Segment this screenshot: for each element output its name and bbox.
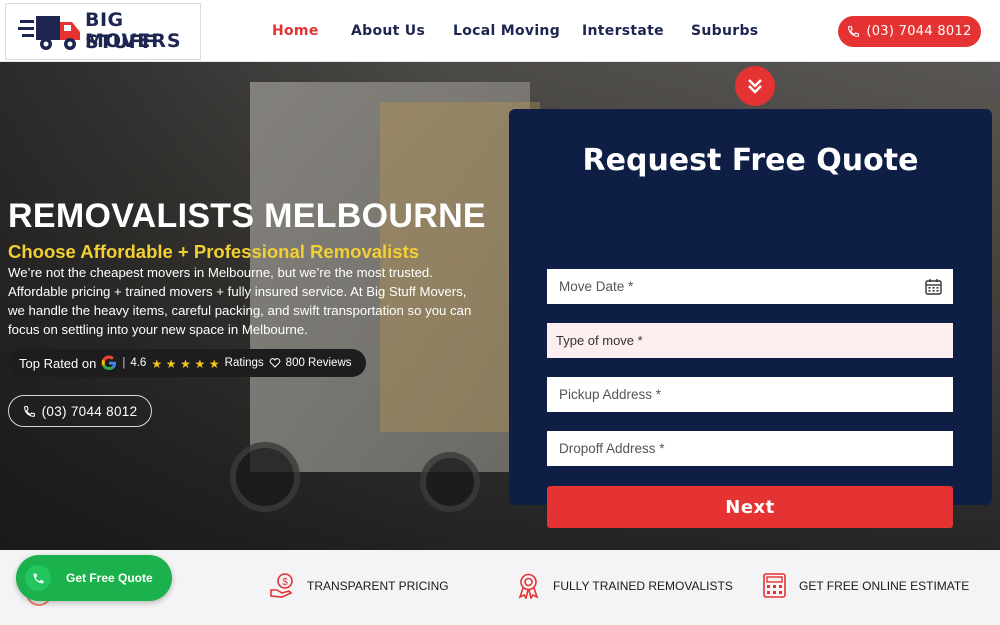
phone-icon: [848, 26, 860, 37]
double-chevron-down-icon: [748, 79, 762, 94]
dropoff-address-placeholder: Dropoff Address *: [559, 441, 665, 456]
feature-transparent-pricing: $ TRANSPARENT PRICING: [269, 572, 449, 599]
calendar-icon[interactable]: [925, 278, 942, 295]
hero-phone-label: (03) 7044 8012: [41, 403, 138, 419]
get-free-quote-button[interactable]: Get Free Quote: [16, 555, 172, 601]
logo-text-line2: MOVERS: [85, 30, 182, 52]
hero-subtitle: Choose Affordable + Professional Removal…: [8, 241, 420, 262]
phone-icon: [23, 405, 35, 417]
heart-icon: [269, 358, 280, 368]
scroll-down-button[interactable]: [735, 66, 775, 106]
star-icon: ★: [208, 356, 220, 371]
star-icon: ★: [151, 356, 163, 371]
type-of-move-select[interactable]: Type of move *: [547, 323, 953, 358]
dollar-hand-icon: $: [270, 573, 293, 598]
type-of-move-placeholder: Type of move *: [556, 333, 643, 348]
rating-prefix: Top Rated on: [19, 355, 97, 371]
header-phone-label: (03) 7044 8012: [866, 24, 972, 39]
nav-home[interactable]: Home: [272, 23, 319, 39]
reviews-label: 800 Reviews: [285, 357, 352, 369]
rating-badge[interactable]: Top Rated on | 4.6 ★ ★ ★ ★ ★ Ratings 800…: [8, 349, 366, 377]
star-icon: ★: [194, 356, 206, 371]
logo[interactable]: BIG STUFF MOVERS: [5, 3, 201, 60]
hero-section: REMOVALISTS MELBOURNE Choose Affordable …: [0, 62, 1000, 550]
next-button[interactable]: Next: [547, 486, 953, 528]
feature-trained-removalists: FULLY TRAINED REMOVALISTS: [515, 572, 733, 599]
get-free-quote-label: Get Free Quote: [66, 571, 153, 585]
feature-label: FULLY TRAINED REMOVALISTS: [553, 578, 733, 593]
dropoff-address-input[interactable]: Dropoff Address *: [547, 431, 953, 466]
rating-score: 4.6: [130, 357, 147, 369]
hero-title: REMOVALISTS MELBOURNE: [8, 197, 486, 235]
star-icon: ★: [180, 356, 191, 371]
quote-form-title: Request Free Quote: [582, 143, 919, 178]
move-date-input[interactable]: Move Date *: [547, 269, 953, 304]
star-icon: ★: [165, 356, 177, 371]
ratings-label: Ratings: [224, 357, 264, 369]
star-rating: ★ ★ ★ ★ ★: [151, 356, 219, 371]
truck-logo-icon: [18, 16, 80, 50]
google-icon: [102, 355, 117, 371]
hero-wheel: [230, 442, 300, 512]
site-header: BIG STUFF MOVERS Home About Us Local Mov…: [0, 0, 1000, 62]
calculator-icon: [763, 573, 786, 598]
feature-label: GET FREE ONLINE ESTIMATE: [799, 578, 970, 593]
feature-label: TRANSPARENT PRICING: [307, 578, 449, 593]
award-ribbon-icon: [518, 573, 539, 599]
nav-suburbs[interactable]: Suburbs: [691, 23, 758, 39]
nav-about-us[interactable]: About Us: [351, 23, 425, 39]
nav-interstate[interactable]: Interstate: [582, 23, 664, 39]
phone-icon: [25, 565, 51, 591]
hero-description: We’re not the cheapest movers in Melbour…: [8, 265, 472, 337]
rating-divider: |: [122, 357, 126, 369]
header-phone-button[interactable]: (03) 7044 8012: [838, 16, 981, 47]
feature-free-estimate: GET FREE ONLINE ESTIMATE: [761, 572, 969, 599]
pickup-address-input[interactable]: Pickup Address *: [547, 377, 953, 412]
move-date-placeholder: Move Date *: [559, 279, 634, 294]
pickup-address-placeholder: Pickup Address *: [559, 387, 662, 402]
svg-text:$: $: [282, 577, 288, 588]
nav-local-moving[interactable]: Local Moving: [453, 23, 560, 39]
quote-form: Request Free Quote Move Date * Type of m…: [509, 109, 992, 528]
hero-wheel: [420, 452, 480, 512]
hero-phone-button[interactable]: (03) 7044 8012: [8, 395, 152, 427]
